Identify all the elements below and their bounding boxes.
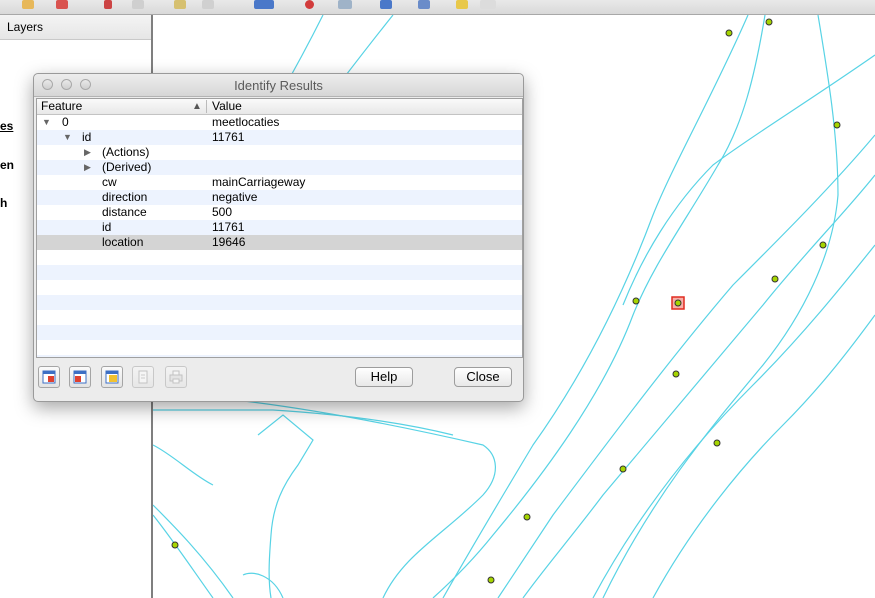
layers-panel-title: Layers — [0, 15, 151, 40]
expand-tree-button[interactable] — [38, 366, 60, 388]
map-point[interactable] — [713, 439, 721, 447]
dialog-titlebar[interactable]: Identify Results — [34, 74, 523, 97]
value-cell: 11761 — [212, 130, 245, 144]
save-edits-icon[interactable] — [174, 0, 186, 9]
move-icon[interactable] — [480, 0, 496, 9]
layer-item-fragment[interactable]: es — [0, 119, 13, 133]
layer-item-fragment[interactable]: h — [0, 196, 7, 210]
delete-icon[interactable] — [56, 0, 68, 9]
map-point[interactable] — [819, 241, 827, 249]
print-icon — [169, 370, 183, 384]
tree-row[interactable]: direction negative — [37, 190, 522, 205]
feature-cell: location — [102, 235, 144, 249]
selected-map-point[interactable] — [674, 299, 682, 307]
empty-row — [37, 310, 522, 325]
close-button[interactable]: Close — [454, 367, 512, 387]
pan-icon[interactable] — [104, 0, 112, 9]
feature-cell: (Actions) — [102, 145, 150, 159]
value-cell: 19646 — [212, 235, 246, 249]
column-header-feature[interactable]: Feature — [41, 99, 82, 114]
pencil-icon[interactable] — [456, 0, 468, 9]
empty-row — [37, 325, 522, 340]
layer-item-fragment[interactable]: en — [0, 158, 14, 172]
expand-tree-icon — [42, 370, 56, 384]
empty-row — [37, 265, 522, 280]
tree-row[interactable]: ▶ (Actions) — [37, 145, 522, 160]
feature-cell: id — [102, 220, 112, 234]
value-cell: meetlocaties — [212, 115, 280, 129]
dialog-button-bar: Help Close — [34, 364, 523, 392]
map-point[interactable] — [632, 297, 640, 305]
node-icon[interactable] — [132, 0, 144, 9]
view-icon[interactable] — [338, 0, 352, 9]
map-point[interactable] — [771, 275, 779, 283]
empty-row — [37, 280, 522, 295]
tree-row[interactable]: ▶ (Derived) — [37, 160, 522, 175]
identify-results-tree[interactable]: Feature ▲ Value ▼ 0 meetlocaties ▼ id 11… — [36, 98, 523, 358]
collapsed-triangle-icon[interactable]: ▶ — [84, 160, 91, 175]
copy-button[interactable] — [132, 366, 154, 388]
copy-icon — [138, 370, 148, 384]
map-point[interactable] — [619, 465, 627, 473]
expanded-triangle-icon[interactable]: ▼ — [63, 130, 72, 145]
expand-new-results-icon — [105, 370, 119, 384]
collapse-tree-icon — [73, 370, 87, 384]
feature-cell: distance — [102, 205, 147, 219]
empty-row — [37, 355, 522, 357]
collapse-tree-button[interactable] — [69, 366, 91, 388]
map-point[interactable] — [672, 370, 680, 378]
value-cell: 500 — [212, 205, 233, 219]
column-header-value[interactable]: Value — [212, 99, 242, 114]
value-cell: negative — [212, 190, 258, 204]
empty-row — [37, 340, 522, 355]
feature-cell: direction — [102, 190, 148, 204]
zoom-out-icon[interactable] — [418, 0, 430, 9]
value-cell: 11761 — [212, 220, 245, 234]
value-cell: mainCarriageway — [212, 175, 306, 189]
feature-cell: id — [82, 130, 92, 144]
expanded-triangle-icon[interactable]: ▼ — [42, 115, 51, 130]
snap-icon[interactable] — [202, 0, 214, 9]
print-button[interactable] — [165, 366, 187, 388]
map-point[interactable] — [833, 121, 841, 129]
record-icon[interactable] — [254, 0, 274, 9]
empty-row — [37, 250, 522, 265]
tree-row[interactable]: distance 500 — [37, 205, 522, 220]
dialog-title: Identify Results — [234, 78, 323, 93]
main-toolbar — [0, 0, 875, 15]
column-divider — [206, 100, 207, 113]
map-point[interactable] — [171, 541, 179, 549]
map-point[interactable] — [725, 29, 733, 37]
expand-new-results-button[interactable] — [101, 366, 123, 388]
map-point[interactable] — [523, 513, 531, 521]
feature-cell: cw — [102, 175, 117, 189]
zoom-in-icon[interactable] — [380, 0, 392, 9]
tree-header: Feature ▲ Value — [37, 99, 522, 115]
empty-row — [37, 295, 522, 310]
tree-row[interactable]: ▼ id 11761 — [37, 130, 522, 145]
tree-row[interactable]: cw mainCarriageway — [37, 175, 522, 190]
sort-ascending-icon: ▲ — [192, 101, 202, 112]
feature-cell: 0 — [62, 115, 69, 129]
stop-icon[interactable] — [305, 0, 314, 9]
tree-row-selected[interactable]: location 19646 — [37, 235, 522, 250]
feature-cell: (Derived) — [102, 160, 152, 174]
digitize-icon[interactable] — [22, 0, 34, 9]
help-button[interactable]: Help — [355, 367, 413, 387]
map-point[interactable] — [487, 576, 495, 584]
tree-row[interactable]: ▼ 0 meetlocaties — [37, 115, 522, 130]
identify-results-dialog: Identify Results Feature ▲ Value ▼ 0 mee… — [33, 73, 524, 402]
map-point[interactable] — [765, 18, 773, 26]
collapsed-triangle-icon[interactable]: ▶ — [84, 145, 91, 160]
tree-row[interactable]: id 11761 — [37, 220, 522, 235]
